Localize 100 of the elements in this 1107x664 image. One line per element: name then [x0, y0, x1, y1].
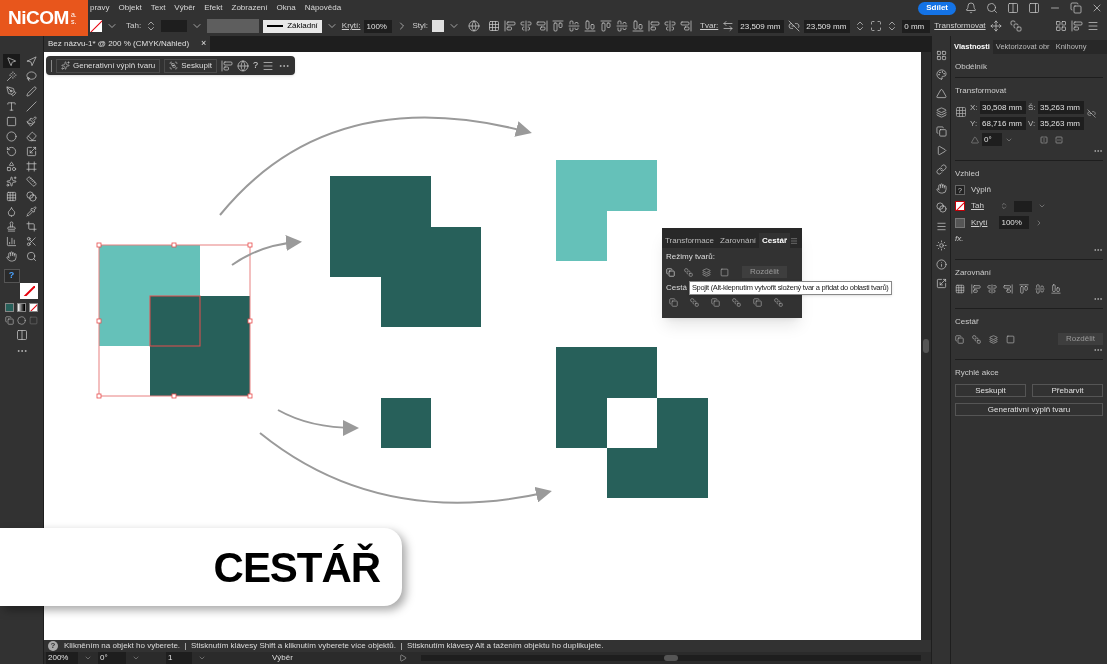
- document-tab[interactable]: Bez názvu-1* @ 200 % (CMYK/Náhled) ×: [44, 36, 211, 52]
- artboard-field[interactable]: 1: [166, 652, 192, 664]
- pathfinder-icon[interactable]: [690, 298, 699, 307]
- shape-mode-icon[interactable]: [989, 334, 998, 344]
- shape-mode-icon[interactable]: [955, 334, 964, 344]
- grid-icon[interactable]: [935, 50, 947, 61]
- align-icon[interactable]: [568, 20, 581, 32]
- corner-radius-field[interactable]: 0 mm: [902, 19, 931, 33]
- variable-width-field[interactable]: [207, 19, 260, 33]
- align-icon[interactable]: [616, 20, 629, 32]
- effects-label[interactable]: fx.: [955, 233, 1103, 245]
- align-icon[interactable]: [584, 20, 597, 32]
- width-field[interactable]: 23,509 mm: [738, 19, 785, 33]
- angle-icon[interactable]: [971, 135, 979, 144]
- move-icon[interactable]: [989, 20, 1002, 32]
- globe-icon[interactable]: [468, 20, 481, 32]
- pathfinder-icon[interactable]: [753, 298, 762, 307]
- layers-icon[interactable]: [935, 107, 947, 118]
- unlink-icon[interactable]: [788, 20, 801, 32]
- unlink-icon[interactable]: [1087, 109, 1096, 118]
- quick-action-button[interactable]: Seskupit: [955, 384, 1026, 397]
- corner-icon[interactable]: [870, 20, 883, 32]
- restore-icon[interactable]: [1070, 2, 1082, 14]
- grid-icon[interactable]: [1055, 20, 1067, 32]
- pathfinder-icon[interactable]: [732, 298, 741, 307]
- shape-mode-icon[interactable]: [972, 334, 981, 344]
- opacity-field[interactable]: 100%: [364, 19, 393, 33]
- menu-item[interactable]: Zobrazení: [231, 2, 268, 14]
- menu-icon[interactable]: [1087, 20, 1099, 32]
- grid-icon[interactable]: [955, 284, 965, 294]
- reference-point-icon[interactable]: [955, 106, 967, 118]
- align-icon[interactable]: [1035, 284, 1045, 294]
- generative-fill-button[interactable]: Generativní výplň tvaru: [56, 58, 161, 73]
- chevron-down-icon[interactable]: [198, 654, 206, 662]
- globe-icon[interactable]: [236, 59, 249, 72]
- scrollbar-thumb[interactable]: [663, 655, 678, 661]
- align-icon[interactable]: [536, 20, 549, 32]
- menu-item[interactable]: Nápověda: [304, 2, 342, 14]
- menu-icon[interactable]: [790, 237, 798, 245]
- panel-tab[interactable]: Transformace: [662, 233, 718, 248]
- menu-item[interactable]: Objekt: [118, 2, 142, 14]
- quick-action-button[interactable]: Přebarvit: [1032, 384, 1103, 397]
- play-icon[interactable]: [398, 654, 407, 662]
- screen-mode-icon[interactable]: [15, 329, 28, 341]
- export-icon[interactable]: [935, 278, 947, 289]
- align-icon[interactable]: [987, 284, 997, 294]
- scrollbar-thumb[interactable]: [923, 339, 929, 353]
- draw-normal-icon[interactable]: [5, 316, 14, 325]
- align-icon[interactable]: [220, 59, 233, 72]
- y-field[interactable]: 68,716 mm: [980, 117, 1026, 130]
- line-style-field[interactable]: Základní: [263, 19, 322, 33]
- flip-horizontal-icon[interactable]: [1040, 135, 1048, 144]
- group-icon[interactable]: [169, 61, 179, 70]
- chevron-down-icon[interactable]: [84, 654, 92, 662]
- width-field[interactable]: 35,263 mm: [1038, 101, 1084, 114]
- transform-link[interactable]: Transformovat: [934, 20, 986, 32]
- info-icon[interactable]: [935, 259, 947, 270]
- sparkles-icon[interactable]: [61, 61, 70, 70]
- gradient-button[interactable]: [17, 303, 26, 312]
- width-icon[interactable]: [722, 20, 735, 32]
- opacity-icon[interactable]: [955, 217, 965, 228]
- artboards-icon[interactable]: [935, 126, 947, 137]
- bell-icon[interactable]: [965, 2, 977, 14]
- align-icon[interactable]: [504, 20, 517, 32]
- flip-vertical-icon[interactable]: [1055, 135, 1063, 144]
- hand-icon[interactable]: [935, 183, 947, 194]
- shape-mode-icon[interactable]: [1006, 334, 1015, 344]
- align-icon[interactable]: [648, 20, 661, 32]
- color-button[interactable]: [5, 303, 14, 312]
- pathfinder-icon[interactable]: [669, 298, 678, 307]
- chevron-down-icon[interactable]: [132, 654, 140, 662]
- align-icon[interactable]: [664, 20, 677, 32]
- menu-item[interactable]: pravy: [90, 2, 110, 14]
- menu-item[interactable]: Okna: [276, 2, 296, 14]
- group-button[interactable]: Seskupit: [164, 58, 217, 73]
- align-icon[interactable]: [1003, 284, 1013, 294]
- align-icon[interactable]: [632, 20, 645, 32]
- chevron-down-icon[interactable]: [1037, 202, 1046, 210]
- shape-mode-icon[interactable]: [666, 267, 675, 277]
- menu-item[interactable]: Text: [150, 2, 166, 14]
- search-icon[interactable]: [986, 2, 998, 14]
- align-icon[interactable]: [520, 20, 533, 32]
- tab-close-button[interactable]: ×: [201, 37, 207, 51]
- align-icon[interactable]: [1051, 284, 1061, 294]
- zoom-field[interactable]: 200%: [46, 652, 78, 664]
- align-icon[interactable]: [680, 20, 693, 32]
- quick-action-button[interactable]: Generativní výplň tvaru: [955, 403, 1103, 416]
- align-icon[interactable]: [1019, 284, 1029, 294]
- pathfinder-icon[interactable]: [711, 298, 720, 307]
- close-icon[interactable]: [1091, 2, 1103, 14]
- sun-icon[interactable]: [935, 240, 947, 251]
- stroke-swatch[interactable]: [955, 201, 965, 211]
- align-icon[interactable]: [1071, 20, 1083, 32]
- align-icon[interactable]: [971, 284, 981, 294]
- stroke-swatch[interactable]: [90, 20, 102, 32]
- menu-item[interactable]: Efekt: [204, 2, 223, 14]
- shape-mode-icon[interactable]: [684, 267, 693, 277]
- height-field[interactable]: 23,509 mm: [804, 19, 851, 33]
- panel-tab[interactable]: Cestář: [759, 233, 790, 248]
- rotation-field[interactable]: 0°: [98, 652, 126, 664]
